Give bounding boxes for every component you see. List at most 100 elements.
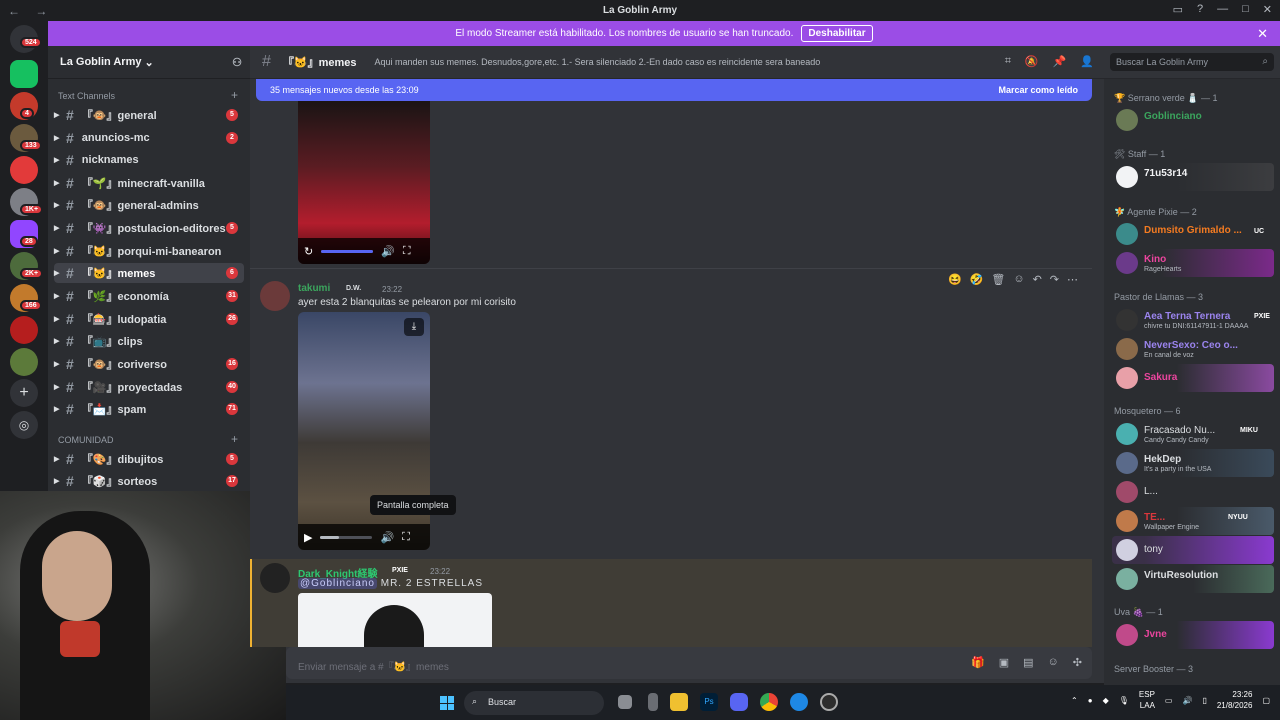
- fullscreen-icon[interactable]: ⛶: [402, 531, 410, 544]
- volume-icon[interactable]: 🔊: [381, 245, 395, 258]
- server-icon[interactable]: [10, 316, 38, 344]
- server-icon[interactable]: [10, 348, 38, 376]
- server-icon-k[interactable]: [10, 60, 38, 88]
- add-member-icon[interactable]: ⚇: [232, 56, 242, 69]
- channel-dibujitos[interactable]: ▶ # 『🎨』dibujitos 5: [54, 449, 244, 469]
- reaction-icon[interactable]: 😆: [948, 273, 962, 286]
- download-icon[interactable]: ⤓: [404, 318, 424, 336]
- forward-icon[interactable]: ↷: [1050, 273, 1059, 286]
- explore-icon[interactable]: ◎: [10, 411, 38, 439]
- inbox-icon[interactable]: ▭: [1173, 3, 1183, 16]
- member-item[interactable]: NeverSexo: Ceo o... En canal de voz: [1112, 335, 1274, 363]
- play-icon[interactable]: ▶: [304, 531, 312, 544]
- volume-icon[interactable]: 🔊: [380, 531, 394, 544]
- file-explorer-icon[interactable]: [670, 693, 688, 711]
- server-header[interactable]: La Goblin Army ⌄ ⚇: [48, 46, 250, 79]
- video-progress[interactable]: [321, 249, 374, 253]
- network-icon[interactable]: ▭: [1165, 696, 1173, 705]
- keyboard-language[interactable]: ESP LAA: [1139, 689, 1155, 711]
- app-icon[interactable]: [648, 693, 658, 711]
- apps-icon[interactable]: ✣: [1073, 656, 1082, 669]
- sticker-icon[interactable]: ▤: [1023, 656, 1033, 669]
- close-banner-icon[interactable]: ✕: [1257, 26, 1268, 42]
- channel-minecraft-vanilla[interactable]: ▶ # 『🌱』minecraft-vanilla: [54, 173, 244, 193]
- search-input[interactable]: Buscar La Goblin Army ⌕: [1110, 53, 1274, 71]
- replay-icon[interactable]: ↻: [304, 245, 313, 258]
- channel-postulacion-editores[interactable]: ▶ # 『👾』postulacion-editores 5: [54, 218, 244, 238]
- channel-ludopatia[interactable]: ▶ # 『🎰』ludopatia 26: [54, 309, 244, 329]
- create-channel-icon[interactable]: +: [231, 432, 238, 446]
- channel-nicknames[interactable]: ▶ # nicknames: [54, 150, 244, 170]
- video-attachment[interactable]: ↻ 🔊 ⛶: [298, 101, 430, 264]
- user-mention[interactable]: @Goblinciano: [298, 578, 377, 589]
- app-icon[interactable]: [790, 693, 808, 711]
- channel-general-admins[interactable]: ▶ # 『🐵』general-admins: [54, 195, 244, 215]
- member-item[interactable]: Kino RageHearts: [1112, 249, 1274, 277]
- tray-icon[interactable]: ◆: [1103, 696, 1109, 705]
- member-item[interactable]: VirtuResolution: [1112, 565, 1274, 593]
- member-item[interactable]: Aea Terna Ternera PXIE chivre tu DNI:611…: [1112, 306, 1274, 334]
- minimize-icon[interactable]: —: [1217, 3, 1228, 16]
- channel-economia[interactable]: ▶ # 『🌿』economía 31: [54, 286, 244, 306]
- clock[interactable]: 23:26 21/8/2026: [1217, 689, 1253, 711]
- chevron-up-icon[interactable]: ⌃: [1071, 696, 1078, 705]
- video-progress[interactable]: [320, 535, 373, 539]
- member-list-icon[interactable]: 👤: [1080, 55, 1094, 68]
- notification-icon[interactable]: ▢: [1262, 696, 1270, 705]
- gif-icon[interactable]: ▣: [999, 656, 1009, 669]
- chrome-icon[interactable]: [760, 693, 778, 711]
- member-item[interactable]: tony: [1112, 536, 1274, 564]
- member-item[interactable]: Fracasado Nu... MIKU Candy Candy Candy: [1112, 420, 1274, 448]
- channel-spam[interactable]: ▶ # 『📩』spam 71: [54, 399, 244, 419]
- gift-icon[interactable]: 🎁: [971, 656, 985, 669]
- disable-streamer-button[interactable]: Deshabilitar: [801, 25, 873, 42]
- reply-icon[interactable]: ↶: [1033, 273, 1042, 286]
- app-icon[interactable]: [820, 693, 838, 711]
- category-text-channels[interactable]: Text Channels: [58, 91, 115, 101]
- task-view-icon[interactable]: [618, 695, 632, 709]
- start-icon[interactable]: [440, 696, 454, 710]
- mic-icon[interactable]: 🎙: [1119, 696, 1129, 705]
- reaction-icon[interactable]: 🗑: [991, 273, 1005, 286]
- message-author[interactable]: takumi: [298, 283, 330, 294]
- server-icon[interactable]: [10, 156, 38, 184]
- add-server-icon[interactable]: +: [10, 379, 38, 407]
- add-reaction-icon[interactable]: ☺: [1013, 273, 1024, 286]
- more-icon[interactable]: ⋯: [1067, 273, 1078, 286]
- channel-porqui-mi-banearon[interactable]: ▶ # 『🐱』porqui-mi-banearon: [54, 241, 244, 261]
- tray-icon[interactable]: ●: [1088, 696, 1093, 705]
- channel-proyectadas[interactable]: ▶ # 『🎥』proyectadas 40: [54, 377, 244, 397]
- emoji-icon[interactable]: ☺: [1048, 656, 1059, 669]
- chat-area[interactable]: 35 mensajes nuevos desde las 23:09 Marca…: [250, 79, 1104, 647]
- volume-icon[interactable]: 🔊: [1182, 696, 1192, 705]
- member-item[interactable]: L...: [1112, 478, 1274, 506]
- message-dark-knight[interactable]: Dark_Knight経験 PXIE 23:22 @Goblinciano MR…: [250, 559, 1092, 647]
- channel-anuncios-mc[interactable]: ▶ # anuncios-mc 2: [54, 128, 244, 148]
- help-icon[interactable]: ?: [1197, 3, 1203, 16]
- channel-sorteos[interactable]: ▶ # 『🎲』sorteos 17: [54, 471, 244, 491]
- threads-icon[interactable]: ⌗: [1005, 55, 1011, 68]
- reaction-icon[interactable]: 🤣: [970, 273, 984, 286]
- notifications-icon[interactable]: 🔕: [1025, 55, 1039, 68]
- member-item[interactable]: Jvne: [1112, 621, 1274, 649]
- member-item[interactable]: TE... NYUU Wallpaper Engine: [1112, 507, 1274, 535]
- fullscreen-icon[interactable]: ⛶: [403, 245, 411, 258]
- channel-memes[interactable]: ▶ # 『🐱』memes 6: [54, 263, 244, 283]
- channel-clips[interactable]: ▶ # 『📺』clips: [54, 331, 244, 351]
- member-item[interactable]: 71u53r14: [1112, 163, 1274, 191]
- avatar[interactable]: [260, 281, 290, 311]
- image-attachment[interactable]: [298, 593, 492, 647]
- pinned-icon[interactable]: 📌: [1053, 55, 1067, 68]
- member-item[interactable]: Goblinciano: [1112, 106, 1274, 134]
- channel-general[interactable]: ▶ # 『🐵』general 5: [54, 105, 244, 125]
- mark-as-read-button[interactable]: Marcar como leído: [998, 85, 1078, 95]
- close-icon[interactable]: ✕: [1263, 3, 1272, 16]
- photoshop-icon[interactable]: Ps: [700, 693, 718, 711]
- member-item[interactable]: Dumsito Grimaldo ... UC: [1112, 220, 1274, 248]
- category-comunidad[interactable]: COMUNIDAD: [58, 435, 114, 445]
- new-messages-bar[interactable]: 35 mensajes nuevos desde las 23:09 Marca…: [256, 79, 1092, 101]
- create-channel-icon[interactable]: +: [231, 88, 238, 102]
- member-item[interactable]: HekDep It's a party in the USA: [1112, 449, 1274, 477]
- avatar[interactable]: [260, 563, 290, 593]
- channel-topic[interactable]: Aqui manden sus memes. Desnudos,gore,etc…: [375, 57, 821, 67]
